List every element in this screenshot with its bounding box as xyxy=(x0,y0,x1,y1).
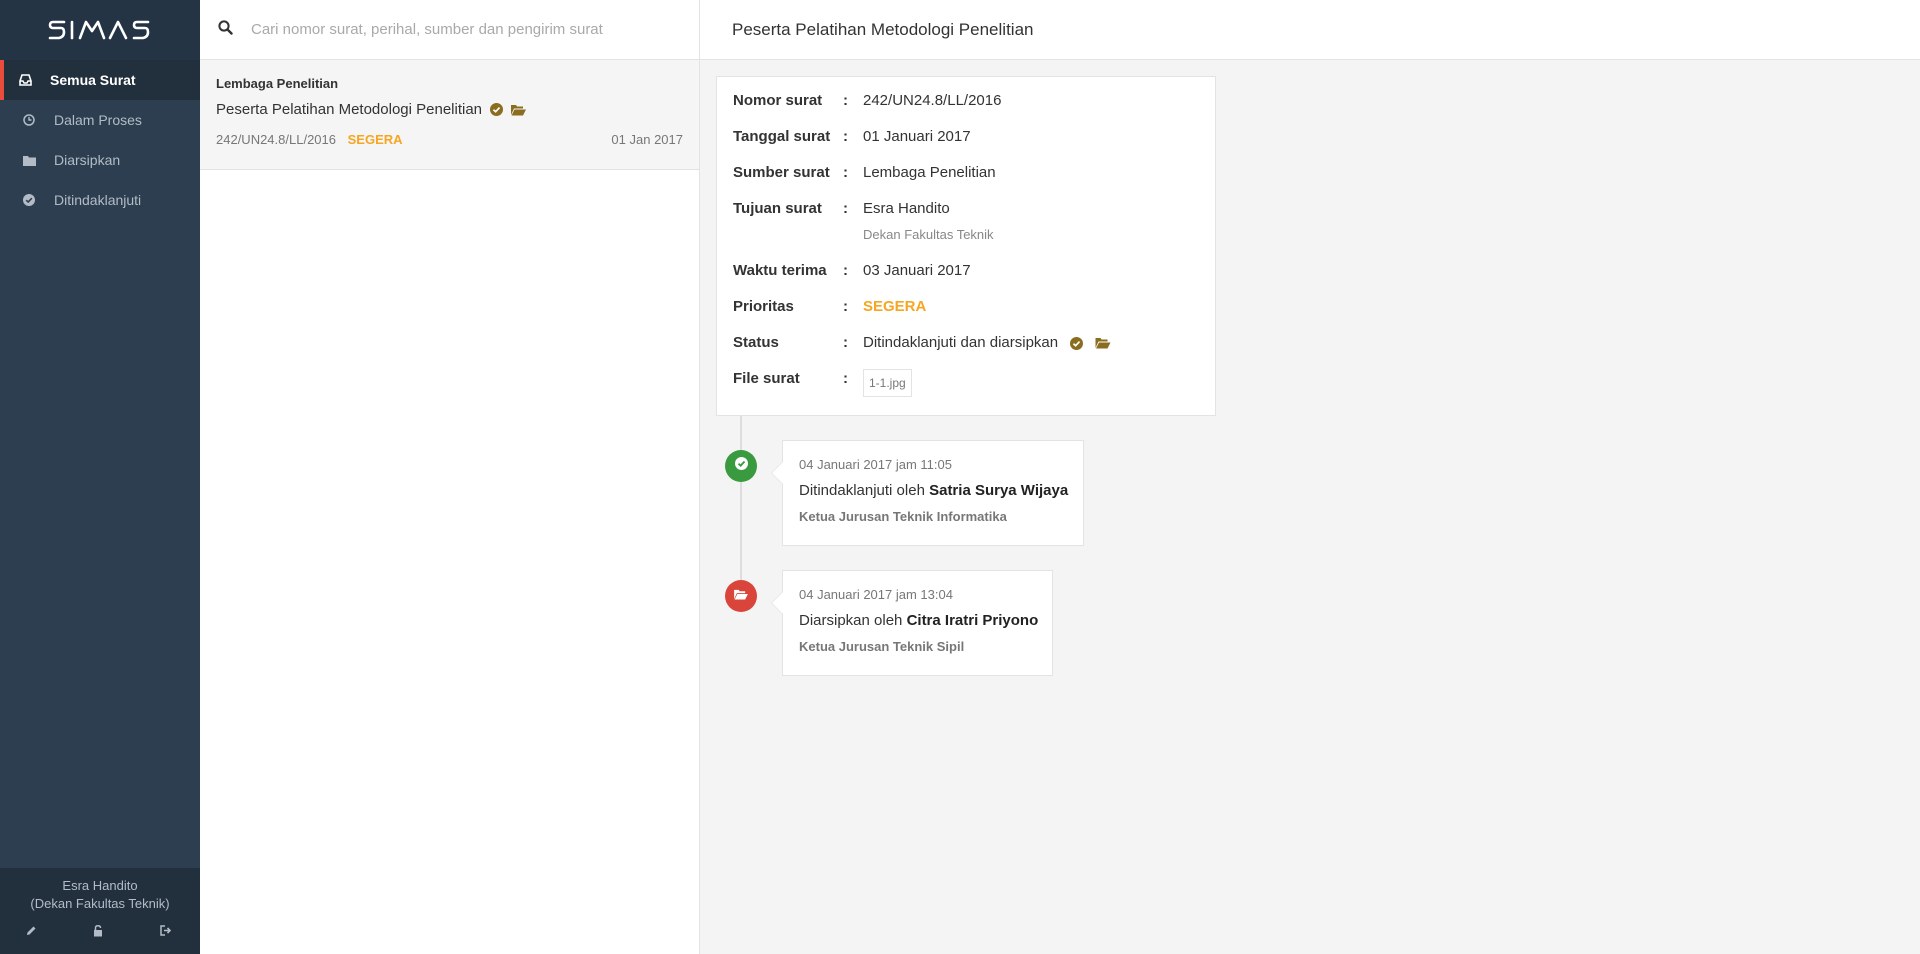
field-label: Nomor surat xyxy=(733,92,823,109)
folder-open-icon xyxy=(511,104,527,116)
folder-open-icon xyxy=(734,587,748,605)
user-name: Esra Handito xyxy=(62,878,138,893)
field-subvalue: Dekan Fakultas Teknik xyxy=(863,227,994,242)
field-colon: : xyxy=(843,200,848,217)
priority-badge: SEGERA xyxy=(347,132,403,147)
field-label: Tanggal surat xyxy=(733,128,831,145)
sidebar-item-label: Semua Surat xyxy=(50,72,136,88)
clock-icon xyxy=(22,113,36,127)
sidebar-item-label: Dalam Proses xyxy=(54,112,142,128)
simas-logo-icon xyxy=(48,20,150,40)
mail-date: 01 Jan 2017 xyxy=(611,132,683,147)
timeline-actor: Citra Iratri Priyono xyxy=(906,612,1039,629)
mail-info-card: Nomor surat : 242/UN24.8/LL/2016 Tanggal… xyxy=(716,76,1216,416)
folder-icon xyxy=(22,153,36,167)
check-circle-icon xyxy=(1070,336,1084,350)
status-text: Ditindaklanjuti dan diarsipkan xyxy=(863,334,1059,351)
app-logo[interactable] xyxy=(0,0,200,60)
sidebar-nav: Semua Surat Dalam Proses Diarsipkan Diti… xyxy=(0,60,200,220)
timeline-action: Diarsipkan oleh xyxy=(799,612,903,629)
field-tanggal: Tanggal surat : 01 Januari 2017 xyxy=(733,127,1199,147)
check-circle-icon xyxy=(490,103,504,116)
field-colon: : xyxy=(843,298,848,315)
mail-list-pane: Lembaga Penelitian Peserta Pelatihan Met… xyxy=(200,0,700,954)
field-colon: : xyxy=(843,128,848,145)
field-nomor: Nomor surat : 242/UN24.8/LL/2016 xyxy=(733,91,1199,111)
sidebar-item-label: Ditindaklanjuti xyxy=(54,192,142,208)
timeline-role: Ketua Jurusan Teknik Sipil xyxy=(799,639,965,654)
field-value: Esra Handito xyxy=(863,200,950,217)
search-icon[interactable] xyxy=(218,19,233,40)
field-tujuan: Tujuan surat : Esra Handito Dekan Fakult… xyxy=(733,199,1199,245)
unlock-icon[interactable] xyxy=(93,925,107,939)
field-label: File surat xyxy=(733,370,800,387)
list-item[interactable]: Lembaga Penelitian Peserta Pelatihan Met… xyxy=(200,60,699,170)
timeline-text: Ditindaklanjuti oleh Satria Surya Wijaya xyxy=(799,482,1069,499)
footer-actions xyxy=(0,913,200,939)
sidebar: Semua Surat Dalam Proses Diarsipkan Diti… xyxy=(0,0,200,954)
check-circle-icon xyxy=(734,457,748,475)
field-value: Lembaga Penelitian xyxy=(863,164,996,181)
field-file: File surat : 1-1.jpg xyxy=(733,369,1199,397)
priority-badge: SEGERA xyxy=(863,298,927,315)
mail-sender: Lembaga Penelitian xyxy=(216,76,339,91)
sign-out-icon[interactable] xyxy=(159,925,174,939)
mail-subject-row: Peserta Pelatihan Metodologi Penelitian xyxy=(216,101,683,118)
timeline-entry: 04 Januari 2017 jam 13:04 Diarsipkan ole… xyxy=(771,570,1053,676)
user-role: (Dekan Fakultas Teknik) xyxy=(30,896,170,911)
field-value: 01 Januari 2017 xyxy=(863,128,971,145)
user-info: Esra Handito (Dekan Fakultas Teknik) xyxy=(0,868,200,913)
field-value: 242/UN24.8/LL/2016 xyxy=(863,92,1002,109)
sidebar-footer: Esra Handito (Dekan Fakultas Teknik) xyxy=(0,868,200,954)
field-label: Tujuan surat xyxy=(733,200,822,217)
timeline-line xyxy=(740,416,742,596)
timeline-action: Ditindaklanjuti oleh xyxy=(799,482,925,499)
page-title: Peserta Pelatihan Metodologi Penelitian xyxy=(700,0,1920,60)
timeline-actor: Satria Surya Wijaya xyxy=(929,482,1069,499)
field-colon: : xyxy=(843,334,848,351)
sidebar-item-ditindaklanjuti[interactable]: Ditindaklanjuti xyxy=(0,180,200,220)
timeline-text: Diarsipkan oleh Citra Iratri Priyono xyxy=(799,612,1039,629)
timeline-dot-archive xyxy=(725,580,757,612)
sidebar-item-dalam-proses[interactable]: Dalam Proses xyxy=(0,100,200,140)
timeline-dot-check xyxy=(725,450,757,482)
inbox-icon xyxy=(18,73,32,87)
mail-number: 242/UN24.8/LL/2016 xyxy=(216,132,336,147)
field-colon: : xyxy=(843,370,848,387)
field-waktu: Waktu terima : 03 Januari 2017 xyxy=(733,261,1199,281)
search-bar xyxy=(200,0,699,60)
field-label: Waktu terima xyxy=(733,262,827,279)
mail-meta: 242/UN24.8/LL/2016 SEGERA 01 Jan 2017 xyxy=(216,132,683,147)
detail-pane: Peserta Pelatihan Metodologi Penelitian … xyxy=(700,0,1920,954)
field-colon: : xyxy=(843,262,848,279)
timeline-time: 04 Januari 2017 jam 13:04 xyxy=(799,587,953,602)
timeline-entry: 04 Januari 2017 jam 11:05 Ditindaklanjut… xyxy=(771,440,1084,546)
check-circle-icon xyxy=(22,193,36,207)
mail-subject: Peserta Pelatihan Metodologi Penelitian xyxy=(216,101,483,118)
timeline-time: 04 Januari 2017 jam 11:05 xyxy=(799,457,952,472)
field-colon: : xyxy=(843,92,848,109)
field-status: Status : Ditindaklanjuti dan diarsipkan xyxy=(733,333,1199,353)
field-sumber: Sumber surat : Lembaga Penelitian xyxy=(733,163,1199,183)
field-value: 03 Januari 2017 xyxy=(863,262,971,279)
timeline-role: Ketua Jurusan Teknik Informatika xyxy=(799,509,1007,524)
sidebar-item-diarsipkan[interactable]: Diarsipkan xyxy=(0,140,200,180)
field-prioritas: Prioritas : SEGERA xyxy=(733,297,1199,317)
search-input[interactable] xyxy=(251,21,671,38)
field-label: Prioritas xyxy=(733,298,794,315)
sidebar-item-label: Diarsipkan xyxy=(54,152,121,168)
file-attachment-link[interactable]: 1-1.jpg xyxy=(863,369,912,397)
field-label: Status xyxy=(733,334,779,351)
sidebar-item-semua-surat[interactable]: Semua Surat xyxy=(0,60,200,100)
field-colon: : xyxy=(843,164,848,181)
folder-open-icon xyxy=(1095,337,1111,349)
pencil-icon[interactable] xyxy=(26,925,40,939)
field-label: Sumber surat xyxy=(733,164,830,181)
